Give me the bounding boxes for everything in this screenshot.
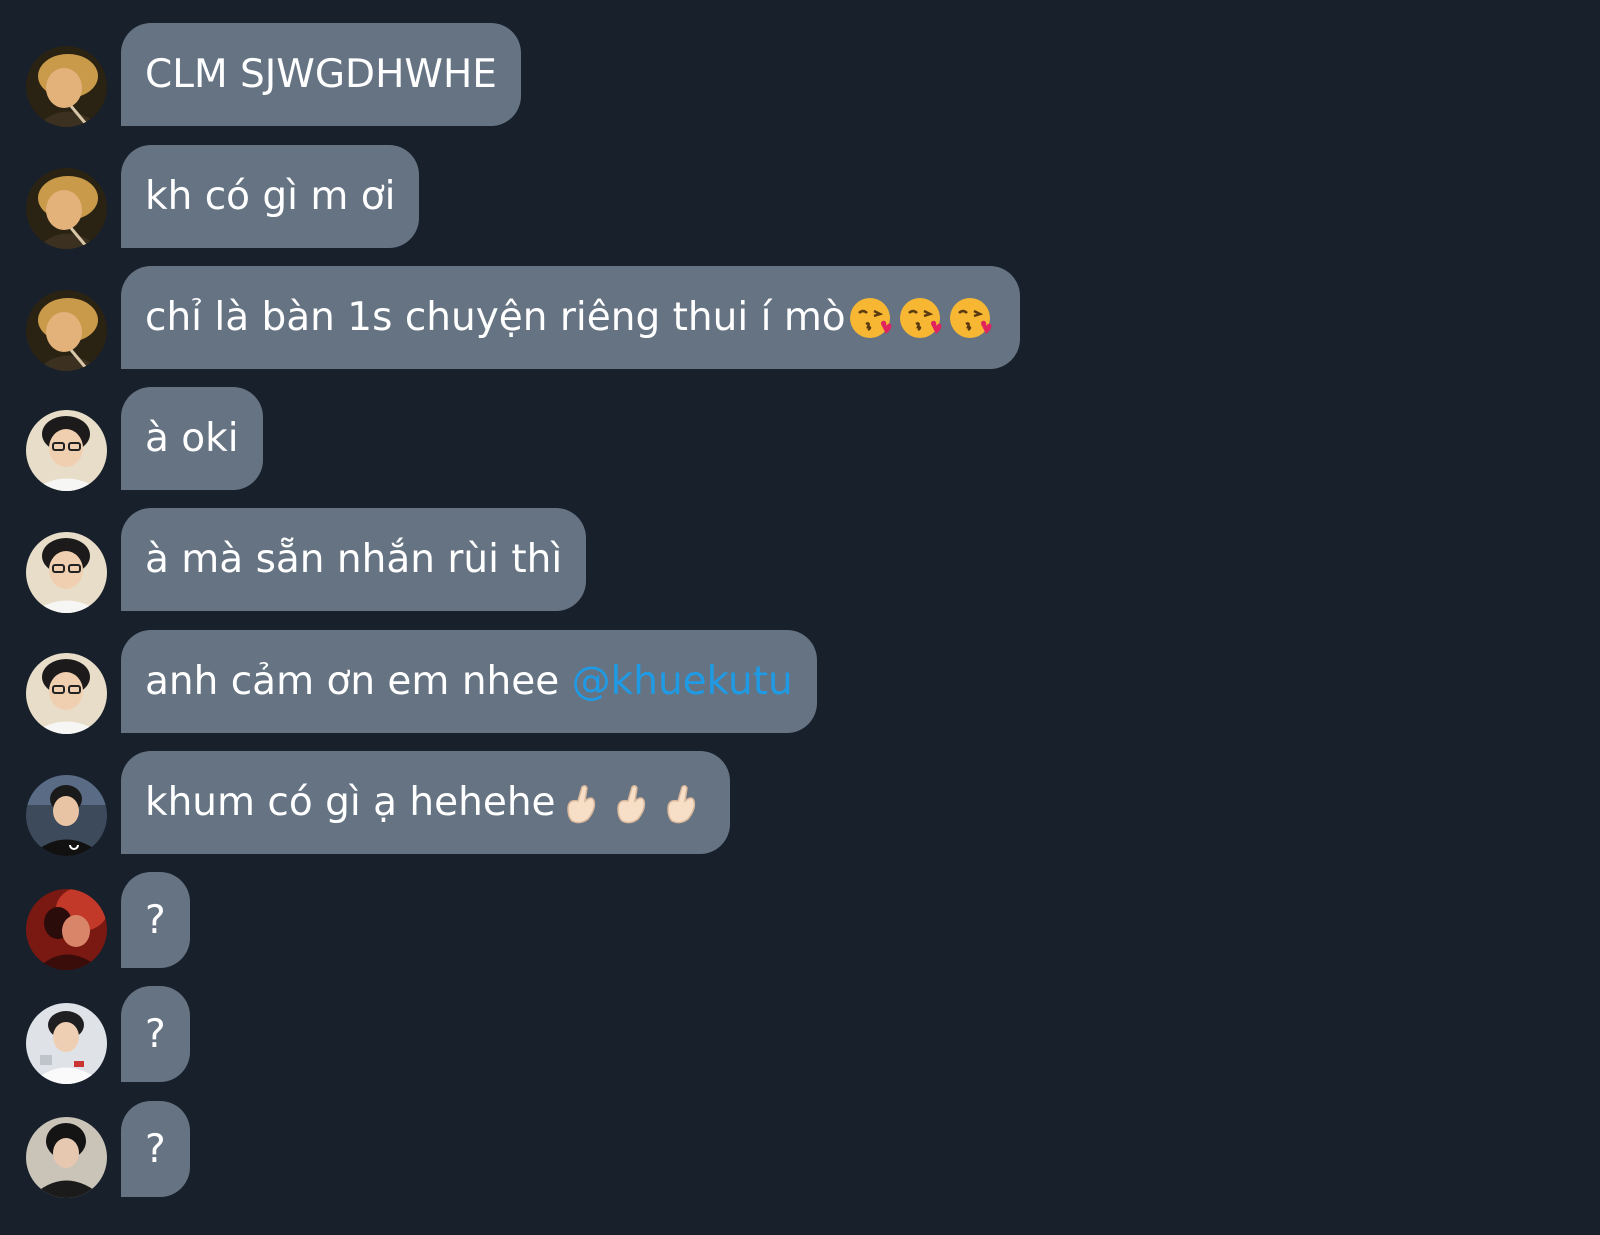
message-bubble[interactable]: à oki <box>121 387 263 490</box>
avatar-blond-image <box>26 168 107 249</box>
user-avatar[interactable] <box>26 775 107 856</box>
user-avatar[interactable] <box>26 1117 107 1198</box>
message-bubble[interactable]: chỉ là bàn 1s chuyện riêng thui í mò <box>121 266 1020 369</box>
message-text: ? <box>145 1011 166 1057</box>
message-bubble[interactable]: khum có gì ạ hehehe <box>121 751 730 854</box>
finger-heart-emoji-icon <box>616 784 645 823</box>
user-avatar[interactable] <box>26 1003 107 1084</box>
user-avatar[interactable] <box>26 889 107 970</box>
message-bubble[interactable]: kh có gì m ơi <box>121 145 420 248</box>
avatar-white-shirt-image <box>26 1003 107 1084</box>
user-avatar[interactable] <box>26 46 107 127</box>
avatar-black-shirt-image <box>26 775 107 856</box>
message-text: CLM SJWGDHWHE <box>145 52 497 97</box>
avatar-glasses-image <box>26 410 107 491</box>
user-avatar[interactable] <box>26 410 107 491</box>
avatar-blond-image <box>26 290 107 371</box>
message-text: à mà sẵn nhắn rùi thì <box>145 537 563 582</box>
message-bubble[interactable]: ? <box>121 1101 190 1197</box>
message-text: ? <box>145 897 166 943</box>
avatar-blond-image <box>26 46 107 127</box>
message-bubble[interactable]: à mà sẵn nhắn rùi thì <box>121 508 587 611</box>
message-text: kh có gì m ơi <box>145 174 396 219</box>
message-text: khum có gì ạ hehehe <box>145 780 556 825</box>
finger-heart-emoji-icon <box>666 784 695 823</box>
message-bubble[interactable]: anh cảm ơn em nhee @khuekutu <box>121 630 817 733</box>
user-mention-link[interactable]: @khuekutu <box>572 662 793 701</box>
avatar-glasses-image <box>26 653 107 734</box>
message-text: chỉ là bàn 1s chuyện riêng thui í mò <box>145 295 846 340</box>
user-avatar[interactable] <box>26 168 107 249</box>
avatar-red-image <box>26 889 107 970</box>
message-text: ? <box>145 1126 166 1172</box>
user-avatar[interactable] <box>26 532 107 613</box>
message-text: anh cảm ơn em nhee <box>145 659 572 704</box>
message-bubble[interactable]: CLM SJWGDHWHE <box>121 23 521 126</box>
user-avatar[interactable] <box>26 290 107 371</box>
avatar-dark-image <box>26 1117 107 1198</box>
finger-heart-emoji-icon <box>566 784 595 823</box>
user-avatar[interactable] <box>26 653 107 734</box>
message-bubble[interactable]: ? <box>121 986 190 1082</box>
kiss-emoji-icon <box>949 297 992 338</box>
message-bubble[interactable]: ? <box>121 872 190 968</box>
avatar-glasses-image <box>26 532 107 613</box>
kiss-emoji-icon <box>899 297 942 338</box>
kiss-emoji-icon <box>849 297 892 338</box>
message-text: à oki <box>145 416 239 461</box>
